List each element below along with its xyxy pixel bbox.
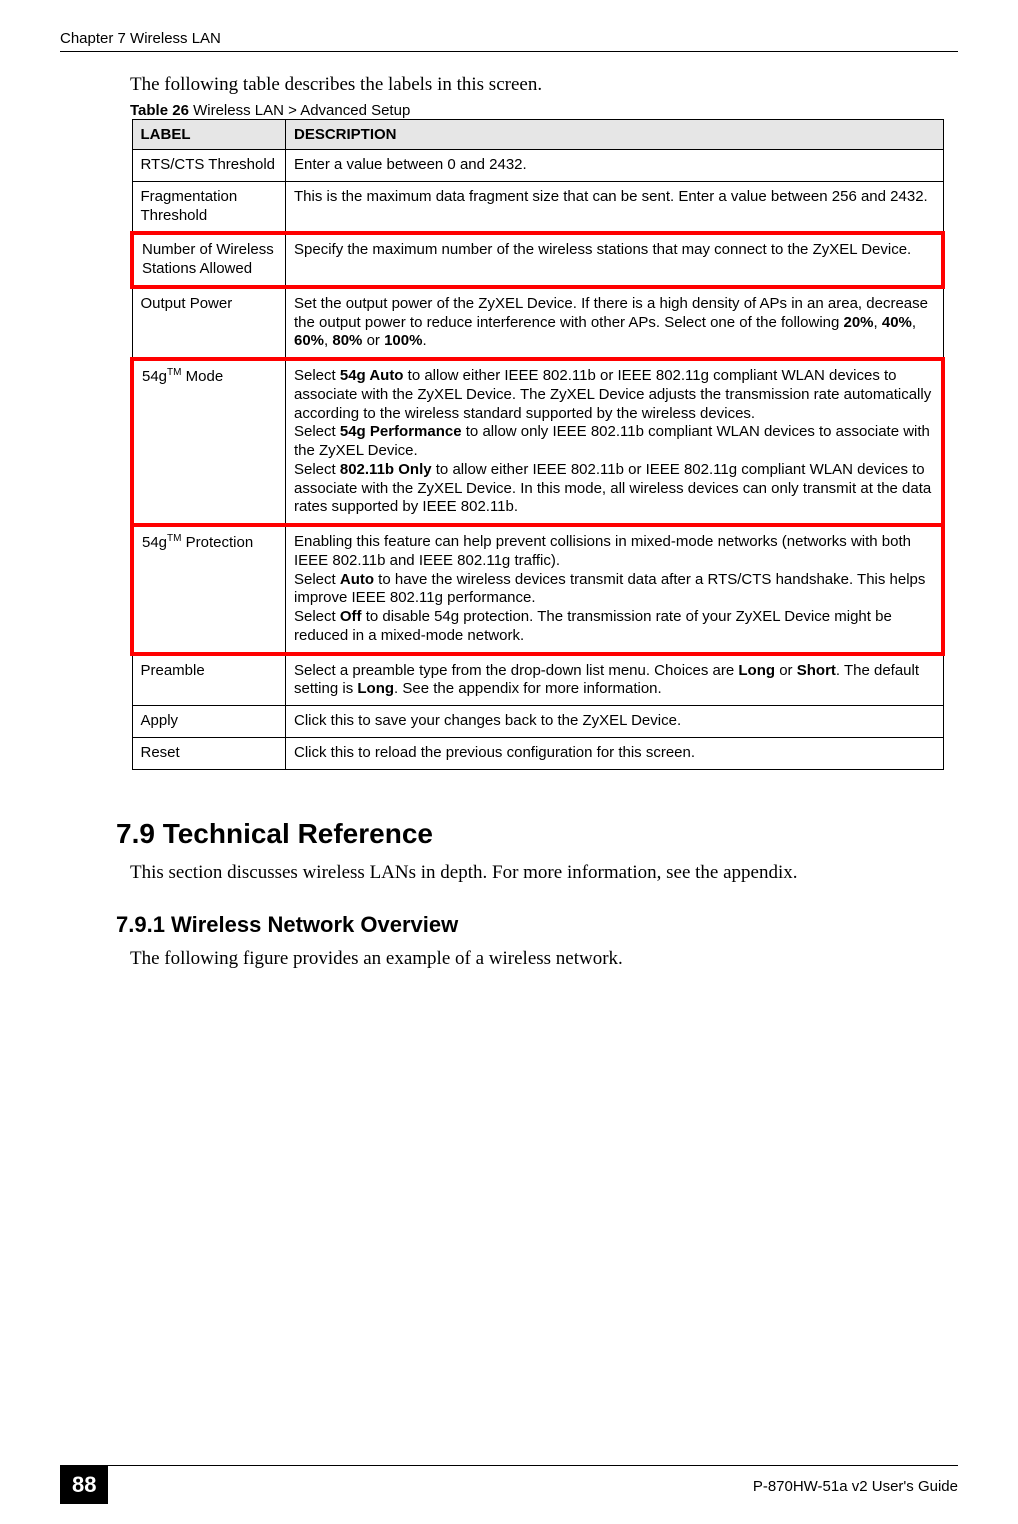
section-7-9-1-heading: 7.9.1 Wireless Network Overview [116,912,958,938]
row-label: Preamble [132,654,286,706]
row-label: 54gTM Protection [132,525,286,654]
row-label: 54gTM Mode [132,359,286,525]
table-row: PreambleSelect a preamble type from the … [132,654,943,706]
row-description: This is the maximum data fragment size t… [286,181,944,233]
row-description: Click this to save your changes back to … [286,706,944,738]
table-row: 54gTM ProtectionEnabling this feature ca… [132,525,943,654]
col-header-description: DESCRIPTION [286,120,944,150]
row-description: Enter a value between 0 and 2432. [286,150,944,182]
page-footer: 88 P-870HW-51a v2 User's Guide [60,1465,958,1504]
table-row: Fragmentation ThresholdThis is the maxim… [132,181,943,233]
row-description: Click this to reload the previous config… [286,737,944,769]
chapter-header: Chapter 7 Wireless LAN [60,30,958,52]
row-description: Specify the maximum number of the wirele… [286,233,944,287]
config-table: LABEL DESCRIPTION RTS/CTS ThresholdEnter… [130,119,945,770]
guide-name: P-870HW-51a v2 User's Guide [753,1472,958,1495]
table-caption: Table 26 Wireless LAN > Advanced Setup [130,102,958,119]
section-7-9-1-body: The following figure provides an example… [130,948,958,970]
table-row: RTS/CTS ThresholdEnter a value between 0… [132,150,943,182]
table-row: ResetClick this to reload the previous c… [132,737,943,769]
page-number: 88 [60,1466,108,1504]
section-7-9-heading: 7.9 Technical Reference [116,818,958,850]
row-description: Enabling this feature can help prevent c… [286,525,944,654]
row-description: Select 54g Auto to allow either IEEE 802… [286,359,944,525]
row-description: Set the output power of the ZyXEL Device… [286,287,944,359]
row-description: Select a preamble type from the drop-dow… [286,654,944,706]
row-label: Number of Wireless Stations Allowed [132,233,286,287]
row-label: Output Power [132,287,286,359]
table-row: ApplyClick this to save your changes bac… [132,706,943,738]
table-row: Number of Wireless Stations AllowedSpeci… [132,233,943,287]
table-title: Wireless LAN > Advanced Setup [189,102,410,119]
section-7-9-body: This section discusses wireless LANs in … [130,862,958,884]
row-label: Reset [132,737,286,769]
row-label: RTS/CTS Threshold [132,150,286,182]
row-label: Apply [132,706,286,738]
table-number: Table 26 [130,102,189,119]
table-intro-text: The following table describes the labels… [130,74,958,96]
row-label: Fragmentation Threshold [132,181,286,233]
col-header-label: LABEL [132,120,286,150]
table-row: Output PowerSet the output power of the … [132,287,943,359]
table-row: 54gTM ModeSelect 54g Auto to allow eithe… [132,359,943,525]
table-header-row: LABEL DESCRIPTION [132,120,943,150]
